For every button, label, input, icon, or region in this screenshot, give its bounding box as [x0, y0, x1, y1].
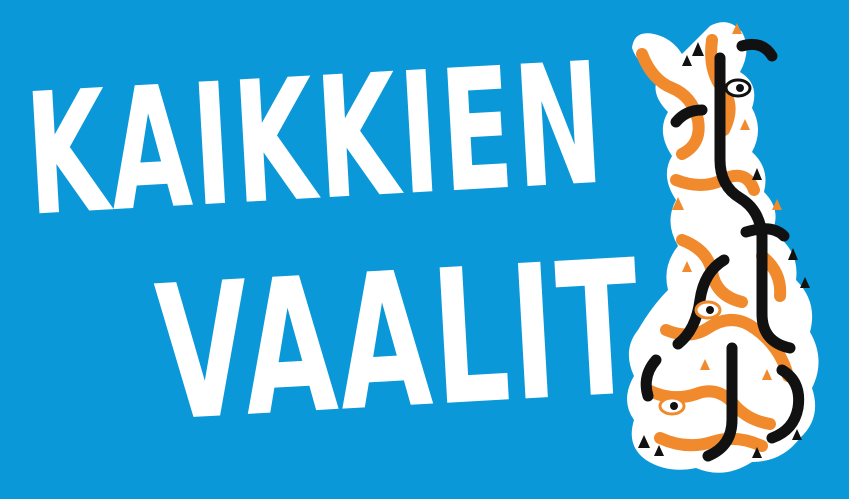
title-line-1: KAIKKIEN [21, 25, 610, 254]
poster: KAIKKIEN VAALIT [0, 0, 849, 499]
title-line-2: VAALIT [151, 218, 648, 463]
finland-map-illustration-icon [627, 22, 819, 473]
